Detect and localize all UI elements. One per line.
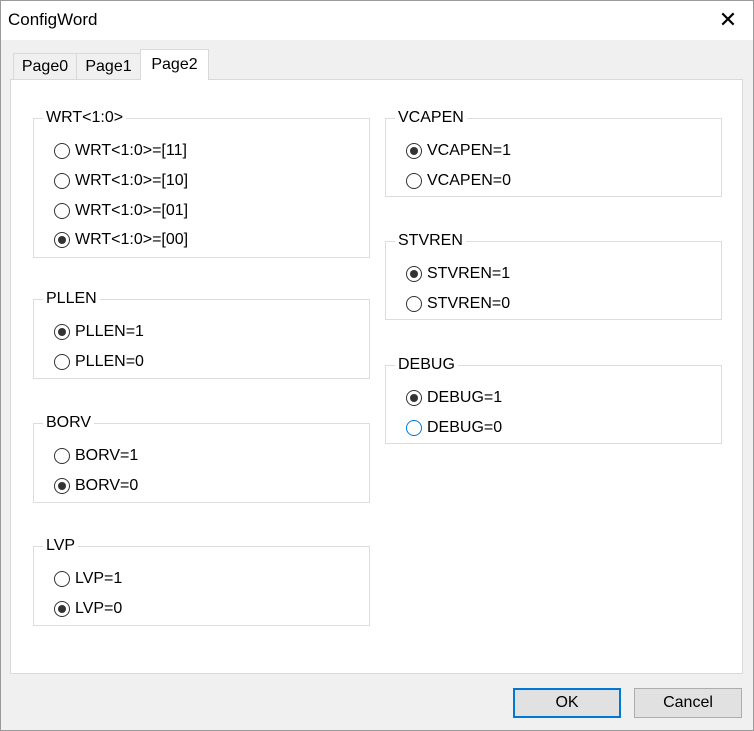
radio-checked-icon: [406, 266, 422, 282]
group-borv: BORV BORV=1 BORV=0: [33, 413, 370, 503]
group-vcapen-title: VCAPEN: [395, 108, 467, 128]
close-icon[interactable]: ✕: [712, 6, 744, 34]
radio-debug-1[interactable]: DEBUG=1: [406, 387, 502, 409]
radio-icon: [54, 571, 70, 587]
radio-pllen-1[interactable]: PLLEN=1: [54, 321, 144, 343]
group-debug-title: DEBUG: [395, 355, 458, 375]
radio-icon: [54, 448, 70, 464]
tab-page2[interactable]: Page2: [140, 49, 209, 80]
radio-icon: [406, 296, 422, 312]
radio-label: STVREN=1: [427, 265, 511, 282]
group-pllen: PLLEN PLLEN=1 PLLEN=0: [33, 289, 370, 379]
radio-stvren-1[interactable]: STVREN=1: [406, 263, 510, 285]
group-wrt: WRT<1:0> WRT<1:0>=[11] WRT<1:0>=[10] WRT…: [33, 108, 370, 258]
tab-page1[interactable]: Page1: [76, 53, 141, 80]
radio-borv-1[interactable]: BORV=1: [54, 445, 138, 467]
radio-icon: [54, 173, 70, 189]
group-stvren-title: STVREN: [395, 231, 466, 251]
radio-label: PLLEN=0: [75, 353, 144, 370]
radio-checked-icon: [54, 601, 70, 617]
radio-lvp-0[interactable]: LVP=0: [54, 598, 122, 620]
group-wrt-title: WRT<1:0>: [43, 108, 127, 128]
ok-button[interactable]: OK: [513, 688, 621, 718]
radio-vcapen-0[interactable]: VCAPEN=0: [406, 170, 511, 192]
group-pllen-title: PLLEN: [43, 289, 100, 309]
group-lvp-title: LVP: [43, 536, 79, 556]
group-lvp: LVP LVP=1 LVP=0: [33, 536, 370, 626]
radio-icon: [54, 354, 70, 370]
radio-label: VCAPEN=0: [427, 172, 512, 189]
group-stvren: STVREN STVREN=1 STVREN=0: [385, 231, 722, 320]
radio-wrt-00[interactable]: WRT<1:0>=[00]: [54, 229, 188, 251]
radio-checked-icon: [406, 390, 422, 406]
window-title: ConfigWord: [8, 10, 98, 29]
tab-panel-page2: WRT<1:0> WRT<1:0>=[11] WRT<1:0>=[10] WRT…: [10, 79, 743, 674]
radio-debug-0[interactable]: DEBUG=0: [406, 417, 502, 439]
group-vcapen: VCAPEN VCAPEN=1 VCAPEN=0: [385, 108, 722, 197]
radio-stvren-0[interactable]: STVREN=0: [406, 293, 510, 315]
radio-lvp-1[interactable]: LVP=1: [54, 568, 122, 590]
radio-checked-icon: [406, 143, 422, 159]
radio-checked-icon: [54, 232, 70, 248]
radio-focused-icon: [406, 420, 422, 436]
radio-label: VCAPEN=1: [427, 142, 512, 159]
radio-label: WRT<1:0>=[01]: [75, 202, 189, 219]
radio-label: WRT<1:0>=[00]: [75, 231, 189, 248]
radio-borv-0[interactable]: BORV=0: [54, 475, 138, 497]
cancel-button[interactable]: Cancel: [634, 688, 742, 718]
group-debug: DEBUG DEBUG=1 DEBUG=0: [385, 355, 722, 444]
radio-label: LVP=1: [75, 570, 123, 587]
radio-label: BORV=1: [75, 447, 139, 464]
radio-label: DEBUG=0: [427, 419, 503, 436]
radio-label: WRT<1:0>=[10]: [75, 172, 189, 189]
radio-icon: [54, 203, 70, 219]
group-borv-title: BORV: [43, 413, 95, 433]
radio-icon: [54, 143, 70, 159]
radio-checked-icon: [54, 324, 70, 340]
radio-label: STVREN=0: [427, 295, 511, 312]
radio-pllen-0[interactable]: PLLEN=0: [54, 351, 144, 373]
radio-label: LVP=0: [75, 600, 123, 617]
radio-wrt-11[interactable]: WRT<1:0>=[11]: [54, 140, 187, 162]
radio-label: WRT<1:0>=[11]: [75, 142, 187, 159]
title-bar: ConfigWord ✕: [0, 0, 754, 40]
radio-label: DEBUG=1: [427, 389, 503, 406]
radio-label: PLLEN=1: [75, 323, 144, 340]
tab-page0[interactable]: Page0: [13, 53, 77, 80]
radio-wrt-10[interactable]: WRT<1:0>=[10]: [54, 170, 188, 192]
radio-vcapen-1[interactable]: VCAPEN=1: [406, 140, 511, 162]
radio-label: BORV=0: [75, 477, 139, 494]
radio-icon: [406, 173, 422, 189]
radio-wrt-01[interactable]: WRT<1:0>=[01]: [54, 200, 188, 222]
radio-checked-icon: [54, 478, 70, 494]
